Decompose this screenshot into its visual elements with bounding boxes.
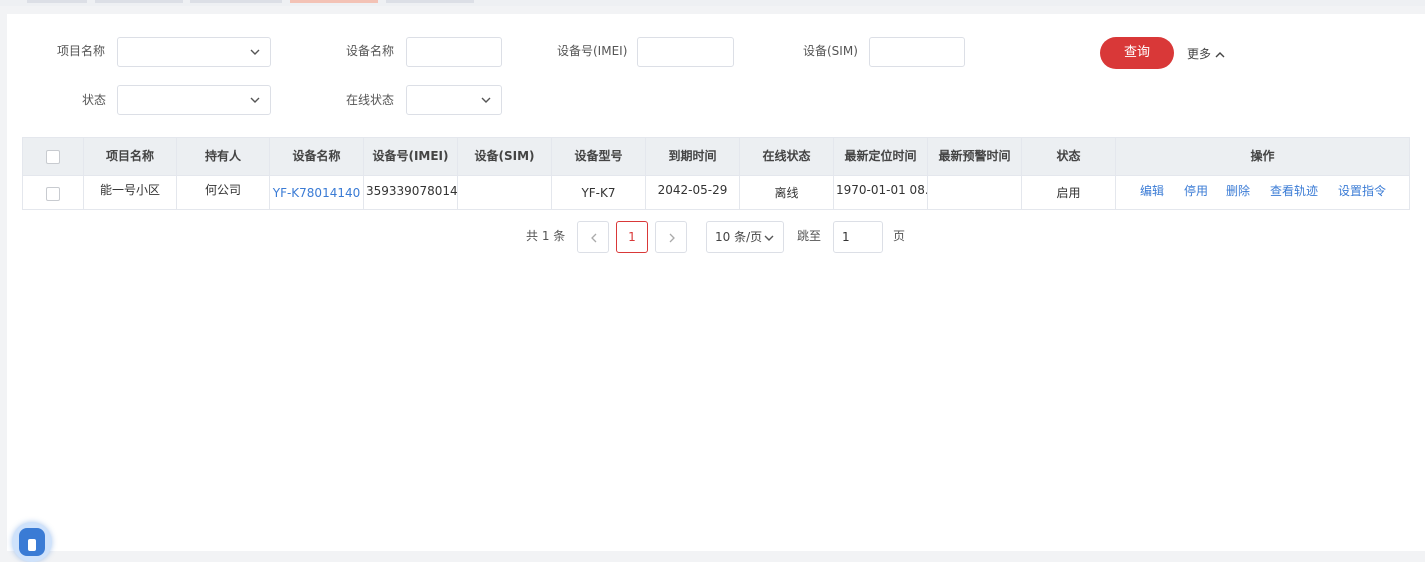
device-name-link[interactable]: YF-K78014140 [270, 175, 364, 209]
cell-last-alert [928, 175, 1022, 209]
chevron-down-icon [481, 97, 491, 103]
online-status-label: 在线状态 [346, 93, 395, 107]
header-online: 在线状态 [740, 138, 834, 175]
select-all-checkbox[interactable] [46, 149, 60, 164]
next-page-button[interactable] [655, 221, 687, 253]
header-device-name: 设备名称 [270, 138, 364, 175]
header-last-location: 最新定位时间 [834, 138, 928, 175]
page-suffix: 页 [893, 229, 906, 243]
sim-input[interactable] [869, 37, 965, 67]
delete-link[interactable]: 删除 [1226, 184, 1250, 198]
prev-page-button[interactable] [577, 221, 609, 253]
project-name-label: 项目名称 [57, 44, 106, 58]
header-sim: 设备(SIM) [458, 138, 552, 175]
disable-link[interactable]: 停用 [1184, 184, 1208, 198]
header-imei: 设备号(IMEI) [364, 138, 458, 175]
chevron-down-icon [250, 49, 260, 55]
header-last-alert: 最新预警时间 [928, 138, 1022, 175]
jump-label: 跳至 [797, 229, 822, 243]
row-select[interactable] [23, 175, 84, 209]
cell-sim [458, 175, 552, 209]
page-size-select[interactable]: 10 条/页 [706, 221, 784, 253]
header-expire: 到期时间 [646, 138, 740, 175]
device-name-input[interactable] [406, 37, 502, 67]
status-select[interactable] [117, 85, 271, 115]
more-label: 更多 [1187, 47, 1212, 61]
assistant-inner [19, 528, 45, 556]
imei-input[interactable] [637, 37, 734, 67]
query-button[interactable]: 查询 [1100, 37, 1174, 69]
top-tab[interactable] [95, 0, 183, 3]
cell-model: YF-K7 [552, 175, 646, 209]
view-track-link[interactable]: 查看轨迹 [1270, 184, 1318, 198]
pagination-total: 共 1 条 [526, 229, 566, 243]
cell-online: 离线 [740, 175, 834, 209]
page-1-button[interactable]: 1 [616, 221, 648, 253]
more-toggle[interactable]: 更多 [1187, 47, 1226, 61]
device-name-label: 设备名称 [346, 44, 395, 58]
project-name-select[interactable] [117, 37, 271, 67]
top-tab-active[interactable] [290, 0, 378, 3]
page-size-value: 10 条/页 [715, 230, 763, 244]
cell-imei: 359339078014... [364, 175, 458, 209]
top-tab[interactable] [190, 0, 282, 3]
top-tab[interactable] [27, 0, 87, 3]
floating-assistant-icon[interactable] [12, 522, 52, 562]
header-project: 项目名称 [84, 138, 177, 175]
cell-status: 启用 [1022, 175, 1116, 209]
edit-link[interactable]: 编辑 [1140, 184, 1164, 198]
header-model: 设备型号 [552, 138, 646, 175]
cell-project: 能一号小区 [84, 175, 177, 209]
top-tab-strip [0, 0, 1425, 6]
status-label: 状态 [82, 93, 107, 107]
header-owner: 持有人 [177, 138, 270, 175]
row-checkbox[interactable] [46, 186, 60, 201]
cell-owner: 何公司 [177, 175, 270, 209]
imei-label: 设备号(IMEI) [557, 44, 628, 58]
top-tab[interactable] [386, 0, 474, 3]
cell-last-location: 1970-01-01 08... [834, 175, 928, 209]
cell-expire: 2042-05-29 [646, 175, 740, 209]
chevron-down-icon [764, 235, 774, 241]
jump-page-input[interactable]: 1 [833, 221, 883, 253]
header-select-all[interactable] [23, 138, 84, 175]
chevron-down-icon [250, 97, 260, 103]
chevron-right-icon [669, 233, 675, 243]
online-status-select[interactable] [406, 85, 502, 115]
header-actions: 操作 [1250, 149, 1275, 163]
device-table: 项目名称 持有人 设备名称 设备号(IMEI) 设备(SIM) 设备型号 到期时… [22, 137, 1410, 210]
set-command-link[interactable]: 设置指令 [1338, 184, 1386, 198]
header-status: 状态 [1022, 138, 1116, 175]
chevron-up-icon [1215, 51, 1225, 57]
sim-label: 设备(SIM) [803, 44, 858, 58]
chevron-left-icon [591, 233, 597, 243]
